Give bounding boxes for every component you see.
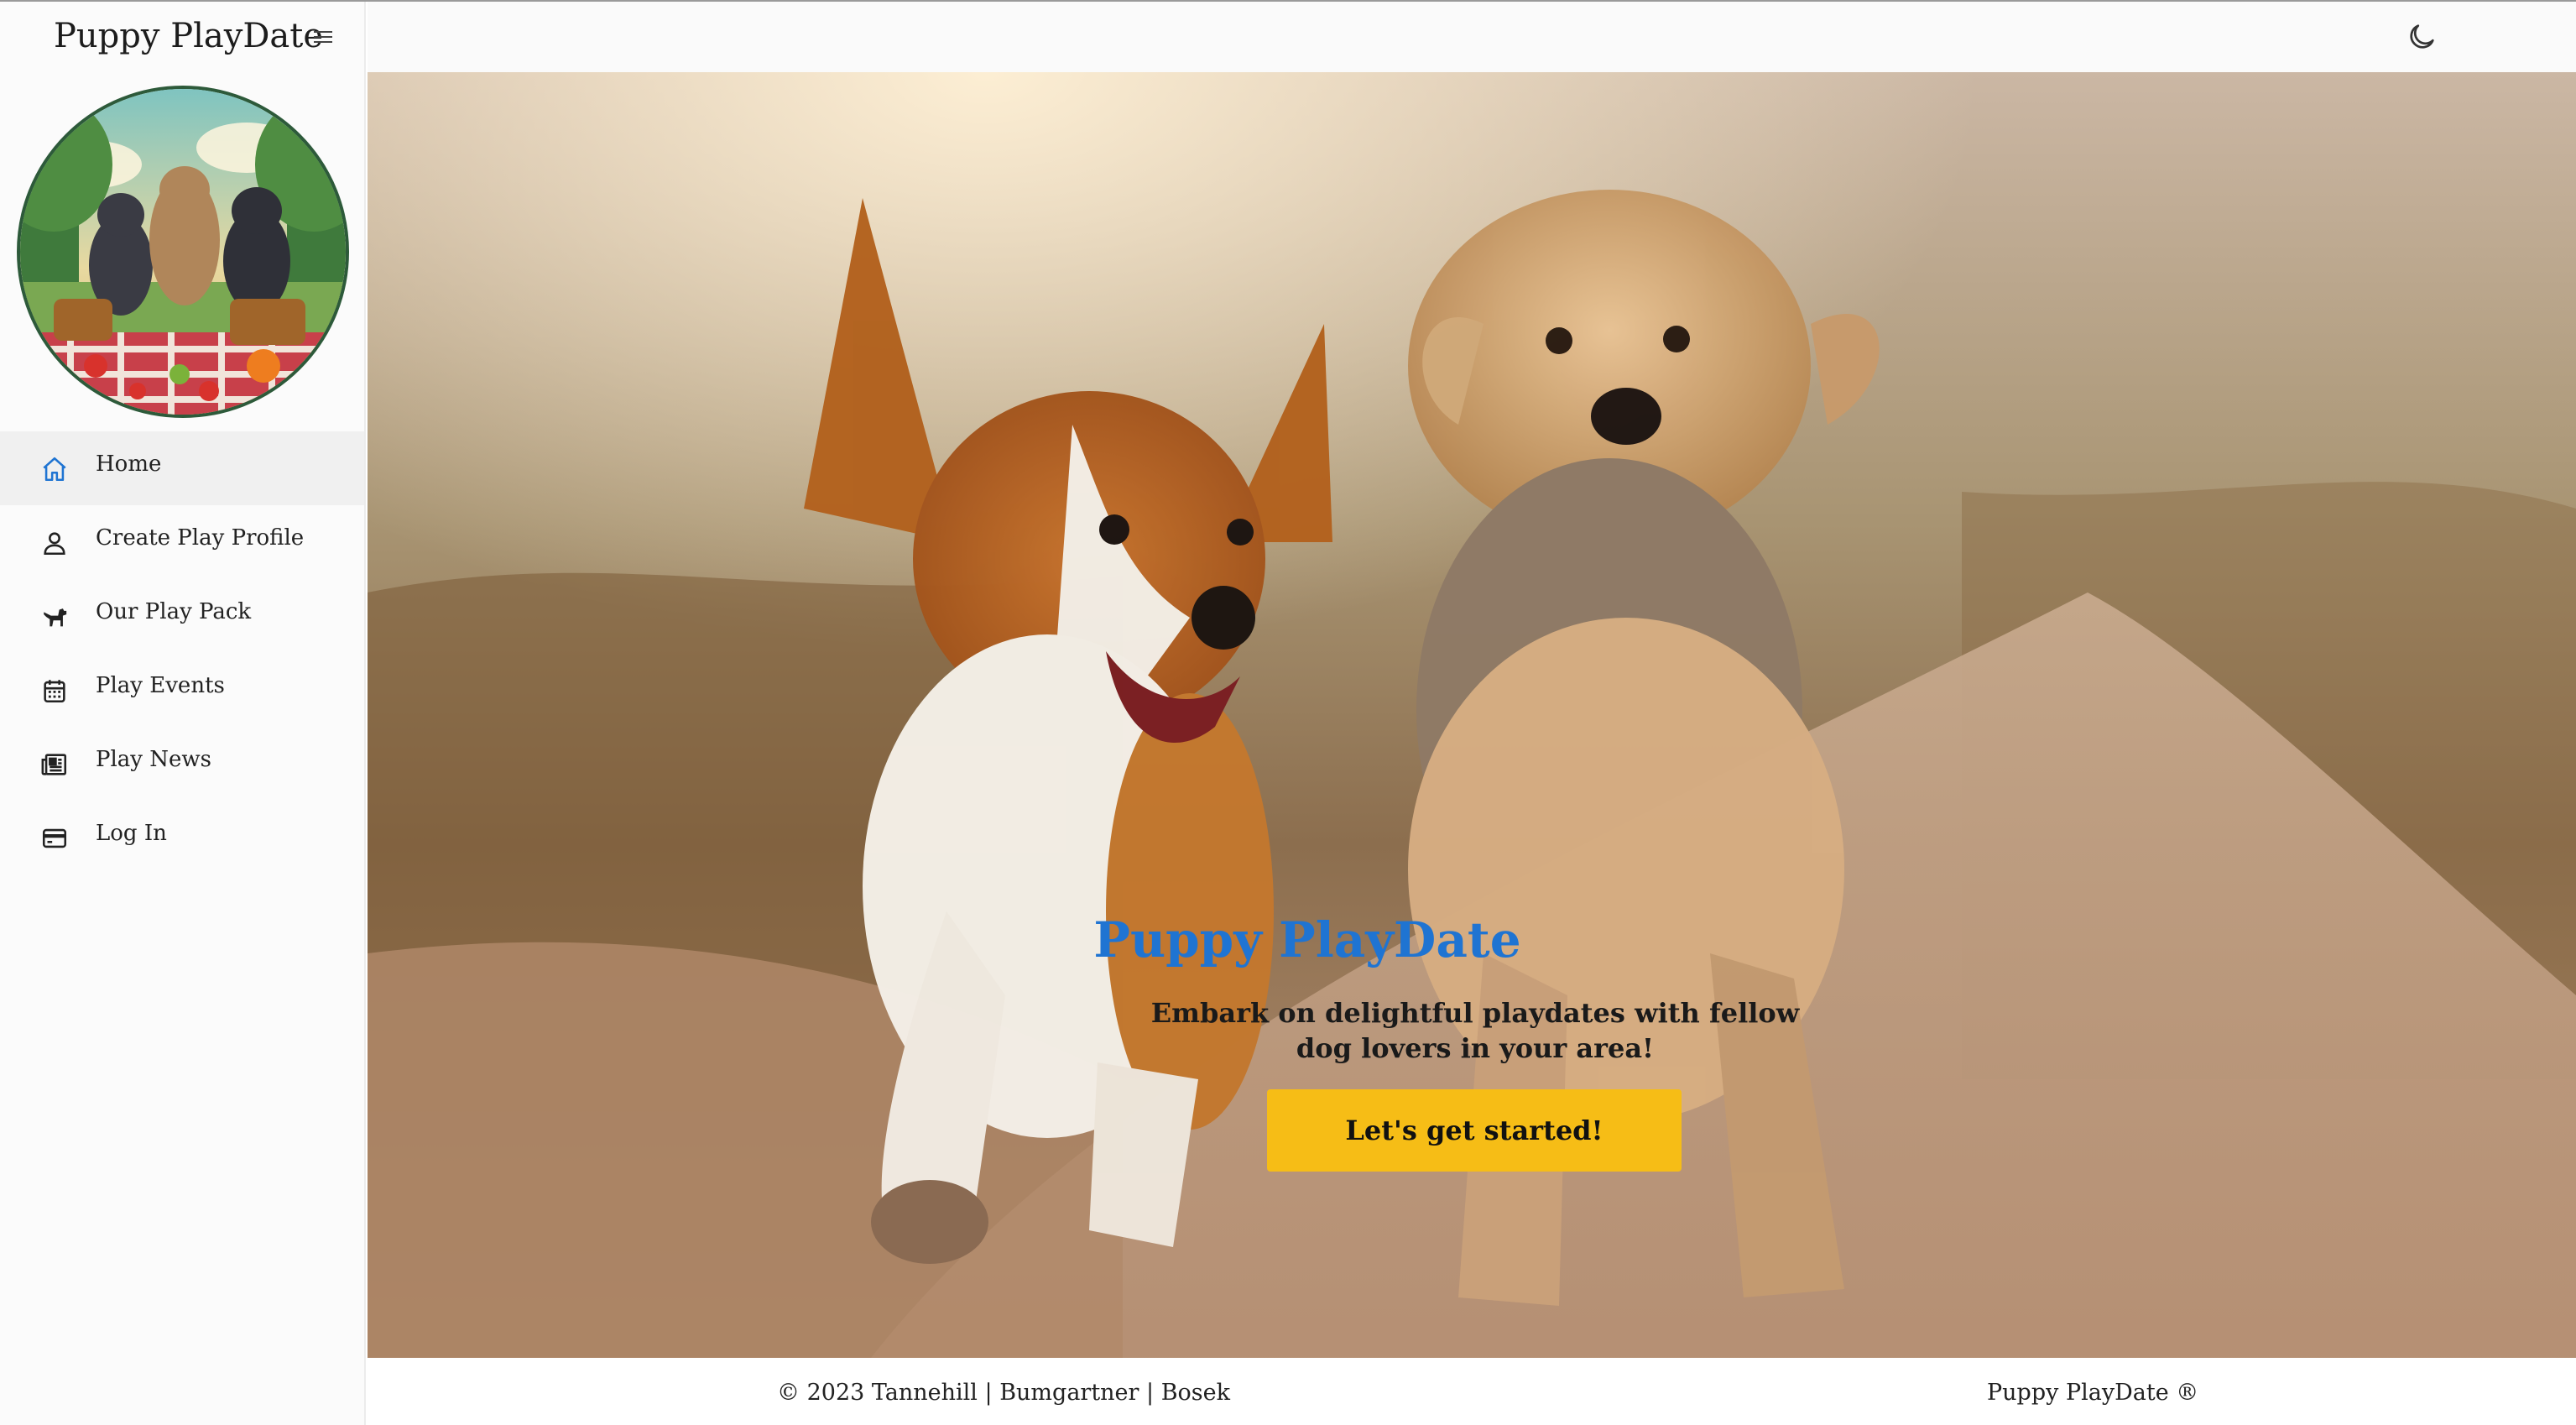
home-icon bbox=[43, 457, 66, 482]
newspaper-icon bbox=[41, 754, 67, 775]
moon-icon[interactable] bbox=[2405, 20, 2438, 54]
sidebar-item-label: Play News bbox=[96, 747, 211, 772]
sidebar-item-label: Home bbox=[96, 452, 162, 477]
hero-section: Puppy PlayDate Embark on delightful play… bbox=[368, 72, 2576, 1358]
footer: © 2023 Tannehill | Bumgartner | Bosek Pu… bbox=[368, 1358, 2576, 1425]
sidebar-item-our-play-pack[interactable]: Our Play Pack bbox=[0, 579, 364, 653]
sidebar-brand-title[interactable]: Puppy PlayDate bbox=[54, 17, 323, 55]
user-icon bbox=[44, 532, 65, 556]
sidebar: Puppy PlayDate Home Create Play Profile … bbox=[0, 2, 366, 1425]
sidebar-item-label: Create Play Profile bbox=[96, 525, 305, 551]
footer-brand: Puppy PlayDate ® bbox=[1987, 1380, 2199, 1406]
sidebar-item-label: Log In bbox=[96, 821, 167, 846]
logo-image bbox=[17, 86, 349, 418]
top-bar bbox=[368, 2, 2576, 72]
hero-subtitle: Embark on delightful playdates with fell… bbox=[1150, 997, 1800, 1064]
sidebar-item-create-play-profile[interactable]: Create Play Profile bbox=[0, 505, 364, 579]
sidebar-item-label: Our Play Pack bbox=[96, 599, 252, 624]
get-started-button[interactable]: Let's get started! bbox=[1267, 1089, 1682, 1172]
sidebar-item-play-events[interactable]: Play Events bbox=[0, 653, 364, 727]
calendar-icon bbox=[44, 680, 65, 703]
menu-toggle-icon[interactable] bbox=[314, 29, 334, 45]
sidebar-item-home[interactable]: Home bbox=[0, 431, 364, 505]
sidebar-item-label: Play Events bbox=[96, 673, 225, 698]
card-icon bbox=[42, 828, 67, 848]
hero-title: Puppy PlayDate bbox=[1093, 911, 1521, 968]
sidebar-item-play-news[interactable]: Play News bbox=[0, 727, 364, 801]
dog-icon bbox=[44, 608, 67, 627]
footer-copyright: © 2023 Tannehill | Bumgartner | Bosek bbox=[777, 1380, 1230, 1406]
sidebar-item-log-in[interactable]: Log In bbox=[0, 801, 364, 874]
sidebar-nav: Home Create Play Profile Our Play Pack P… bbox=[0, 431, 364, 874]
